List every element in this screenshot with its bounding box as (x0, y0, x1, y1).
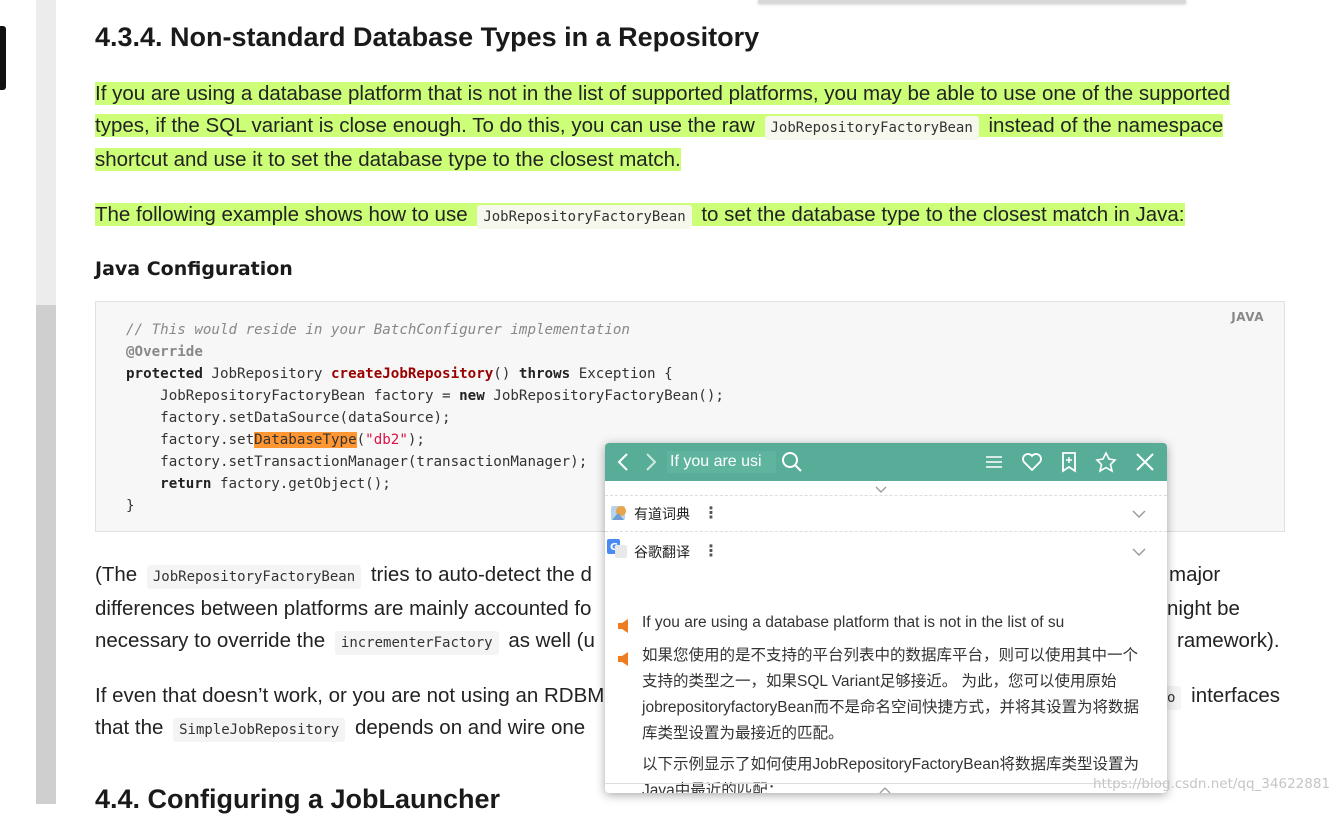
watermark: https://blog.csdn.net/qq_34622881 (1093, 776, 1331, 792)
code-text: JobRepositoryFactoryBean(); (484, 388, 724, 404)
translation-popup: If you are usi 有道词典 ⋮ G 谷歌翻译 ⋮ If you ar… (605, 443, 1167, 793)
forward-arrow-icon[interactable] (637, 449, 663, 475)
google-translate-icon: G (606, 538, 628, 564)
code-keyword: protected (126, 366, 203, 382)
body-text: ramework). (1177, 629, 1280, 652)
back-arrow-icon[interactable] (611, 449, 637, 475)
highlighted-text: shortcut and use it to set the database … (95, 148, 681, 171)
body-text: (The (95, 563, 138, 586)
more-options-icon[interactable]: ⋮ (703, 503, 719, 522)
code-annotation: @Override (126, 344, 203, 360)
code-text: JobRepositoryFactoryBean factory = (126, 388, 460, 404)
body-text: differences between platforms are mainly… (95, 597, 592, 620)
highlighted-text: instead of the namespace (988, 114, 1224, 137)
code-text: factory.setTransactionManager(transactio… (126, 454, 588, 470)
popup-body: 有道词典 ⋮ G 谷歌翻译 ⋮ If you are using a datab… (605, 481, 1167, 793)
close-icon[interactable] (1132, 449, 1158, 475)
java-config-heading: Java Configuration (95, 258, 293, 280)
highlighted-text: The following example shows how to use (95, 203, 468, 226)
code-text: factory.set (126, 432, 255, 448)
body-text: night be (1167, 597, 1240, 620)
code-function-name: createJobRepository (331, 366, 494, 382)
source-row-youdao[interactable]: 有道词典 ⋮ (605, 495, 1167, 531)
speaker-icon[interactable] (617, 651, 631, 667)
query-input[interactable]: If you are usi (667, 451, 776, 473)
translation-text: 如果您使用的是不支持的平台列表中的数据库平台，则可以使用其中一个支持的类型之一，… (642, 647, 1139, 742)
body-text: depends on and wire one (354, 716, 586, 739)
code-string: "db2" (365, 432, 408, 448)
more-options-icon[interactable]: ⋮ (703, 541, 719, 560)
section-title: 4.3.4. Non-standard Database Types in a … (95, 22, 760, 52)
code-text: () (493, 366, 519, 382)
body-text: as well (u (508, 629, 595, 652)
paragraph-intro: If you are using a database platform tha… (95, 78, 1285, 176)
search-icon[interactable] (779, 449, 805, 475)
inline-code: JobRepositoryFactoryBean (146, 565, 362, 589)
body-text: interfaces (1191, 684, 1281, 707)
code-keyword: throws (518, 366, 571, 382)
inline-code: SimpleJobRepository (173, 718, 346, 742)
code-text: } (126, 498, 135, 514)
pin-icon[interactable] (1093, 449, 1119, 475)
body-text: tries to auto-detect the d (370, 563, 592, 586)
inline-code: JobRepositoryFactoryBean (477, 205, 692, 229)
expand-chevron-icon[interactable] (1131, 543, 1147, 562)
body-text: major (1169, 563, 1221, 586)
popup-toolbar: If you are usi (605, 443, 1167, 481)
top-overlay-edge (758, 0, 1186, 3)
scroll-up-chevron-icon[interactable] (877, 781, 893, 793)
highlighted-text: types, if the SQL variant is close enoug… (95, 114, 755, 137)
expand-chevron-icon[interactable] (1131, 505, 1147, 524)
highlighted-text: to set the database type to the closest … (701, 203, 1185, 226)
code-text: Exception { (570, 366, 673, 382)
code-text: JobRepository (202, 366, 331, 382)
source-row-google[interactable]: G 谷歌翻译 ⋮ (605, 533, 1167, 569)
highlighted-text: If you are using a database platform tha… (95, 82, 1231, 105)
body-text: necessary to override the (95, 629, 326, 652)
scrollbar-thumb[interactable] (36, 305, 56, 804)
code-comment: // This would reside in your BatchConfig… (126, 322, 630, 338)
search-match-highlight: DatabaseType (254, 432, 357, 448)
code-text: ( (356, 432, 366, 448)
paragraph-example-intro: The following example shows how to use J… (95, 199, 1285, 233)
menu-icon[interactable] (981, 449, 1007, 475)
code-text: factory.setDataSource(dataSource); (126, 410, 451, 426)
source-text: If you are using a database platform tha… (642, 614, 1065, 631)
code-language-label: JAVA (1231, 310, 1264, 324)
favorite-heart-icon[interactable] (1019, 449, 1045, 475)
wordbook-icon[interactable] (1056, 449, 1082, 475)
body-text: If even that doesn’t work, or you are no… (95, 684, 605, 707)
inline-code: incrementerFactory (334, 631, 499, 655)
body-text: that the (95, 716, 164, 739)
inline-code: JobRepositoryFactoryBean (764, 116, 979, 140)
next-section-title: 4.4. Configuring a JobLauncher (95, 784, 501, 814)
code-keyword: return (126, 476, 212, 492)
source-name: 有道词典 (634, 507, 690, 523)
source-name: 谷歌翻译 (634, 545, 690, 561)
speaker-icon[interactable] (617, 618, 631, 634)
youdao-dictionary-icon (609, 503, 629, 527)
code-text: ); (407, 432, 425, 448)
code-text: factory.getObject(); (211, 476, 391, 492)
left-edge-marker (0, 26, 6, 90)
code-keyword: new (459, 388, 485, 404)
